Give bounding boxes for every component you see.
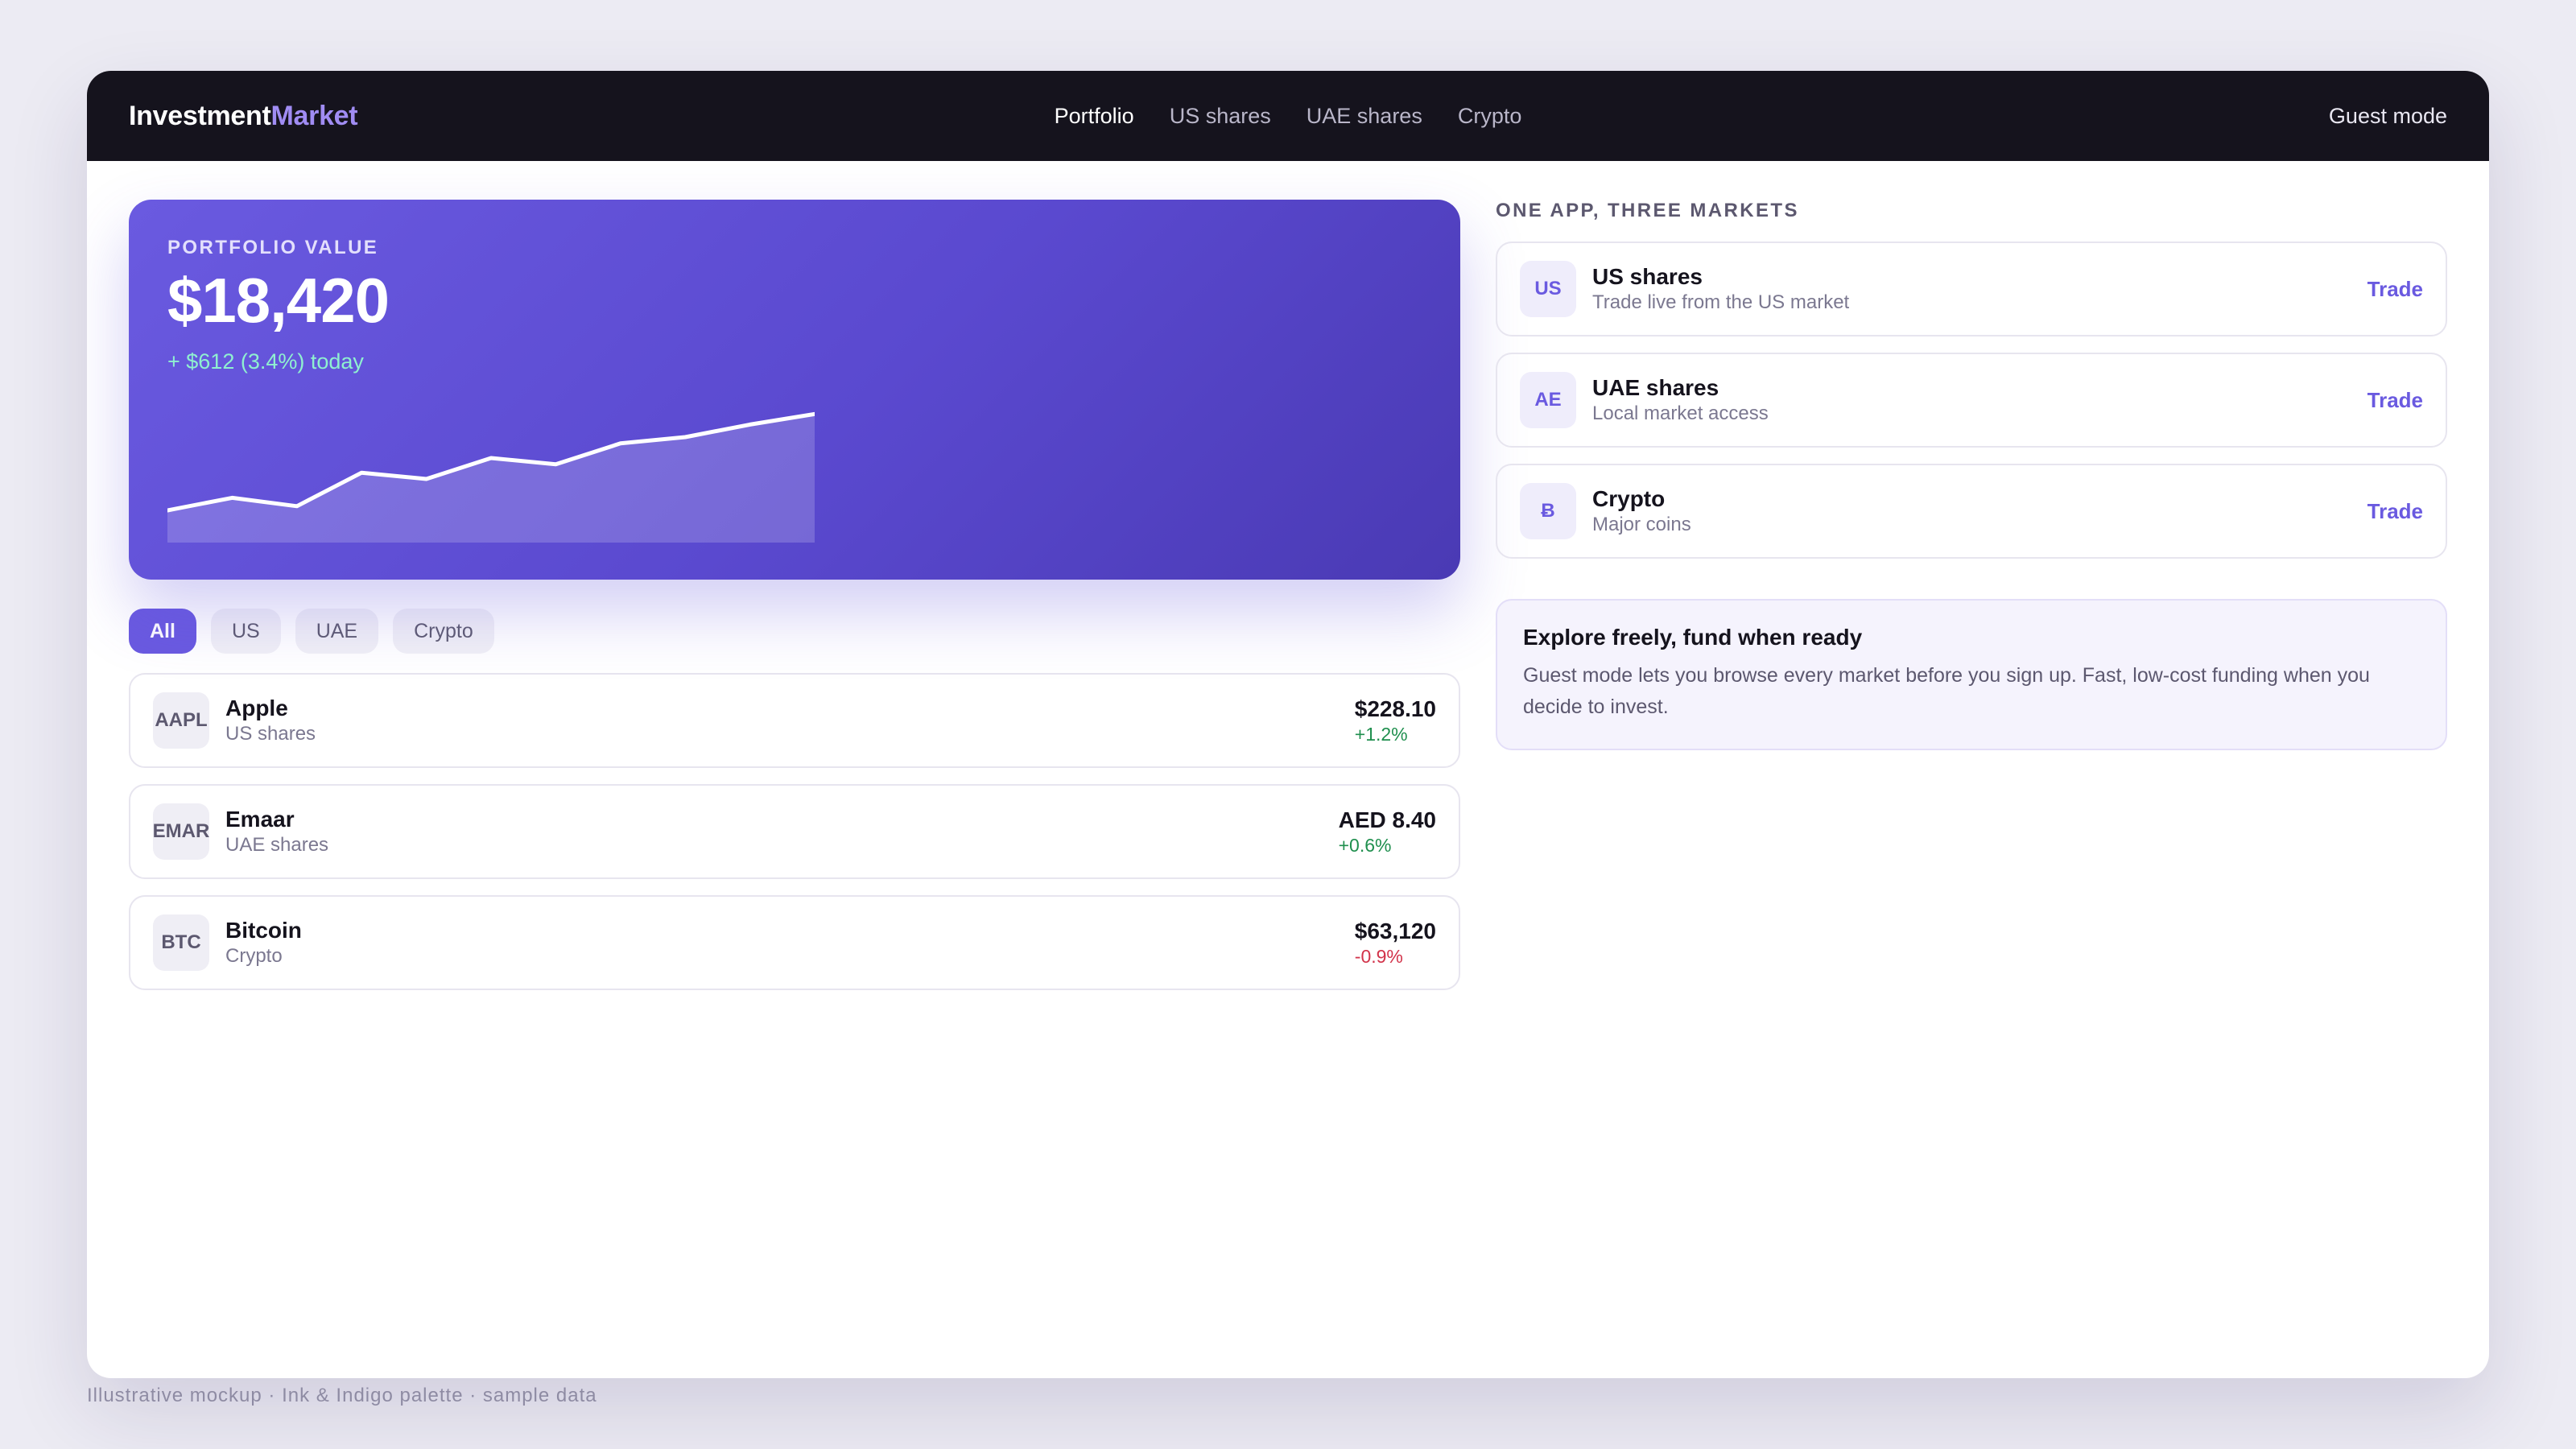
holdings-list: AAPL Apple US shares $228.10 +1.2% EMAR … (129, 673, 1460, 990)
holding-row-apple[interactable]: AAPL Apple US shares $228.10 +1.2% (129, 673, 1460, 768)
us-flag-icon: US (1520, 261, 1576, 317)
explore-title: Explore freely, fund when ready (1523, 625, 1863, 650)
nav-uae-shares[interactable]: UAE shares (1307, 104, 1422, 129)
filter-crypto[interactable]: Crypto (393, 609, 494, 654)
holding-market: Crypto (225, 945, 283, 967)
market-description: Trade live from the US market (1592, 291, 1850, 313)
holding-price: $63,120 (1354, 918, 1436, 943)
main-nav: Portfolio US shares UAE shares Crypto (1055, 71, 1522, 161)
holding-price: $228.10 (1354, 696, 1436, 721)
holding-market: UAE shares (225, 834, 329, 856)
market-name: US shares (1592, 264, 1703, 289)
guest-mode-button[interactable]: Guest mode (2329, 104, 2447, 129)
ticker-badge: AAPL (153, 692, 209, 749)
explore-body: Guest mode lets you browse every market … (1523, 664, 2370, 718)
filter-uae[interactable]: UAE (295, 609, 379, 654)
portfolio-column: PORTFOLIO VALUE $18,420 + $612 (3.4%) to… (129, 200, 1460, 990)
app-window: InvestmentMarket Portfolio US shares UAE… (87, 71, 2489, 1378)
footnote: Illustrative mockup · Ink & Indigo palet… (87, 1385, 597, 1406)
explore-info-card: Explore freely, fund when ready Guest mo… (1496, 599, 2447, 750)
holding-row-emaar[interactable]: EMAR Emaar UAE shares AED 8.40 +0.6% (129, 784, 1460, 879)
nav-crypto[interactable]: Crypto (1458, 104, 1522, 129)
bitcoin-icon: Ƀ (1520, 483, 1576, 539)
holding-row-bitcoin[interactable]: BTC Bitcoin Crypto $63,120 -0.9% (129, 895, 1460, 990)
market-description: Major coins (1592, 514, 1691, 535)
sparkline-area (167, 414, 815, 543)
holding-name: Emaar (225, 807, 295, 832)
holding-name: Bitcoin (225, 918, 302, 943)
portfolio-sparkline (167, 411, 815, 543)
top-bar: InvestmentMarket Portfolio US shares UAE… (87, 71, 2489, 161)
trade-crypto-button[interactable]: Trade (2368, 499, 2423, 524)
trade-uae-button[interactable]: Trade (2368, 388, 2423, 413)
filter-all[interactable]: All (129, 609, 196, 654)
holding-price: AED 8.40 (1338, 807, 1436, 832)
brand-primary: Investment (129, 100, 271, 131)
holding-market: US shares (225, 723, 316, 745)
market-name: UAE shares (1592, 375, 1719, 400)
market-name: Crypto (1592, 486, 1666, 511)
brand-accent: Market (270, 100, 358, 131)
markets-section-title: ONE APP, THREE MARKETS (1496, 200, 1799, 221)
market-card-us: US US shares Trade live from the US mark… (1496, 242, 2447, 336)
holding-change: +0.6% (1338, 834, 1392, 856)
uae-flag-icon: AE (1520, 372, 1576, 428)
holding-change: -0.9% (1354, 945, 1403, 967)
nav-portfolio[interactable]: Portfolio (1055, 104, 1134, 129)
holding-change: +1.2% (1354, 723, 1408, 745)
holding-name: Apple (225, 696, 288, 720)
market-description: Local market access (1592, 402, 1769, 424)
portfolio-value: $18,420 (167, 265, 390, 336)
markets-list: US US shares Trade live from the US mark… (1496, 242, 2447, 559)
trade-us-button[interactable]: Trade (2368, 277, 2423, 302)
portfolio-card: PORTFOLIO VALUE $18,420 + $612 (3.4%) to… (129, 200, 1460, 580)
portfolio-change: + $612 (3.4%) today (167, 349, 364, 374)
nav-us-shares[interactable]: US shares (1170, 104, 1271, 129)
ticker-badge: EMAR (153, 803, 209, 860)
markets-column: ONE APP, THREE MARKETS US US shares Trad… (1496, 200, 2447, 750)
market-card-uae: AE UAE shares Local market access Trade (1496, 353, 2447, 448)
market-card-crypto: Ƀ Crypto Major coins Trade (1496, 464, 2447, 559)
ticker-badge: BTC (153, 914, 209, 971)
brand-logo[interactable]: InvestmentMarket (129, 100, 358, 132)
portfolio-label: PORTFOLIO VALUE (167, 237, 379, 258)
filter-us[interactable]: US (210, 609, 281, 654)
market-filter-tabs: All US UAE Crypto (129, 609, 1460, 654)
